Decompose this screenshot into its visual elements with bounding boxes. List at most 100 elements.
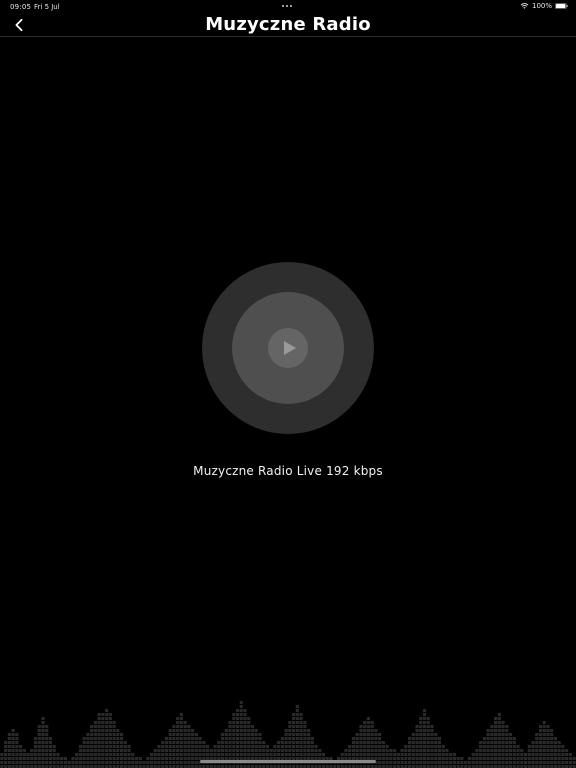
multitasking-dots-icon[interactable] <box>282 5 292 7</box>
equalizer-segment <box>422 753 427 756</box>
equalizer-segment <box>295 749 299 752</box>
equalizer-segment <box>479 757 483 760</box>
equalizer-segment <box>288 749 292 752</box>
equalizer-segment <box>45 729 49 732</box>
equalizer-segment <box>45 761 49 764</box>
equalizer-segment <box>389 757 393 760</box>
equalizer-segment <box>381 753 385 756</box>
equalizer-segment <box>557 757 561 760</box>
equalizer-segment <box>288 729 292 732</box>
equalizer-segment <box>161 757 165 760</box>
equalizer-segment <box>284 745 288 748</box>
equalizer-segment <box>82 761 86 764</box>
equalizer-segment <box>370 749 374 752</box>
equalizer-segment <box>307 733 311 736</box>
equalizer-segment <box>116 761 120 764</box>
equalizer-segment <box>250 753 255 756</box>
equalizer-segment <box>508 761 513 764</box>
equalizer-segment <box>247 741 251 744</box>
equalizer-segment <box>93 749 97 752</box>
equalizer-segment <box>359 745 363 748</box>
equalizer-segment <box>303 737 307 740</box>
equalizer-segment <box>93 737 97 740</box>
equalizer-segment <box>490 761 494 764</box>
equalizer-segment <box>220 741 225 744</box>
equalizer-segment <box>553 761 557 764</box>
equalizer-segment <box>101 745 105 748</box>
equalizer-segment <box>82 741 86 744</box>
equalizer-segment <box>4 749 8 752</box>
equalizer-segment <box>41 737 45 740</box>
equalizer-segment <box>374 749 378 752</box>
equalizer-segment <box>359 729 363 732</box>
equalizer-segment <box>505 729 509 732</box>
equalizer-segment <box>105 709 109 712</box>
equalizer-segment <box>422 745 427 748</box>
equalizer-segment <box>176 725 180 728</box>
equalizer-segment <box>108 725 112 728</box>
equalizer-segment <box>542 733 546 736</box>
equalizer-segment <box>187 725 191 728</box>
equalizer-segment <box>78 753 82 756</box>
equalizer-segment <box>363 745 367 748</box>
equalizer-segment <box>37 745 41 748</box>
equalizer-segment <box>97 761 101 764</box>
equalizer-segment <box>441 749 445 752</box>
equalizer-segment <box>538 749 543 752</box>
equalizer-segment <box>127 753 131 756</box>
equalizer-segment <box>206 749 210 752</box>
equalizer-segment <box>157 745 161 748</box>
equalizer-segment <box>191 745 195 748</box>
equalizer-segment <box>82 749 86 752</box>
equalizer-segment <box>355 733 359 736</box>
wifi-icon <box>520 3 529 9</box>
equalizer-segment <box>494 721 498 724</box>
equalizer-segment <box>191 729 195 732</box>
play-button[interactable] <box>268 328 308 368</box>
equalizer-segment <box>501 753 505 756</box>
equalizer-segment <box>48 749 53 752</box>
equalizer-segment <box>303 753 307 756</box>
equalizer-segment <box>247 717 251 720</box>
equalizer-segment <box>497 721 501 724</box>
equalizer-segment <box>93 753 97 756</box>
equalizer-segment <box>183 733 187 736</box>
equalizer-segment <box>239 737 243 740</box>
equalizer-segment <box>419 737 423 740</box>
equalizer-segment <box>482 745 486 748</box>
equalizer-segment <box>490 729 494 732</box>
equalizer-segment <box>250 745 255 748</box>
equalizer-segment <box>407 753 412 756</box>
equalizer-segment <box>535 757 539 760</box>
equalizer-segment <box>381 745 385 748</box>
equalizer-segment <box>243 753 247 756</box>
equalizer-segment <box>48 745 53 748</box>
equalizer-segment <box>366 717 370 720</box>
equalizer-segment <box>288 745 292 748</box>
equalizer-segment <box>422 721 427 724</box>
equalizer-segment <box>415 733 419 736</box>
equalizer-segment <box>512 757 516 760</box>
equalizer-segment <box>78 757 82 760</box>
equalizer-segment <box>93 729 97 732</box>
equalizer-segment <box>378 761 382 764</box>
equalizer-segment <box>41 733 45 736</box>
equalizer-segment <box>389 761 393 764</box>
equalizer-segment <box>565 757 569 760</box>
equalizer-segment <box>119 753 124 756</box>
equalizer-segment <box>535 753 539 756</box>
equalizer-segment <box>467 757 471 760</box>
equalizer-segment <box>250 725 255 728</box>
equalizer-segment <box>494 761 498 764</box>
equalizer-segment <box>235 753 240 756</box>
equalizer-segment <box>108 753 112 756</box>
equalizer-segment <box>105 713 109 716</box>
equalizer-segment <box>153 761 157 764</box>
equalizer-segment <box>501 737 505 740</box>
equalizer-segment <box>235 749 240 752</box>
equalizer-segment <box>239 753 243 756</box>
equalizer-segment <box>86 761 90 764</box>
equalizer-segment <box>101 753 105 756</box>
equalizer-segment <box>355 749 359 752</box>
home-indicator[interactable] <box>200 760 376 763</box>
